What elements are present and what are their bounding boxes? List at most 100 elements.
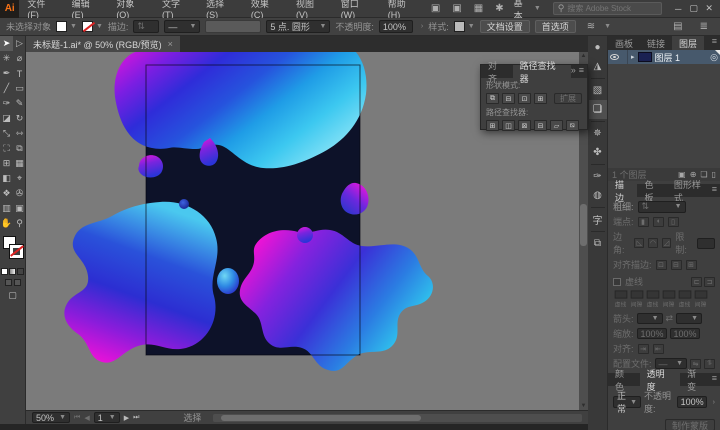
miter-limit-field[interactable] bbox=[697, 238, 715, 249]
panel-menu-icon[interactable]: ≡ bbox=[712, 36, 717, 50]
unite-button[interactable]: ⧉ bbox=[486, 93, 499, 104]
maximize-button[interactable]: ▢ bbox=[686, 3, 702, 14]
paintbrush-tool[interactable]: ✑ bbox=[0, 96, 13, 111]
arrange-documents-icon[interactable]: ▦ bbox=[474, 3, 483, 14]
color-mode-button[interactable] bbox=[1, 268, 8, 275]
dash-field-3[interactable] bbox=[662, 290, 675, 298]
minus-back-button[interactable]: ⧅ bbox=[566, 120, 579, 131]
dash-field-5[interactable] bbox=[694, 290, 707, 298]
projecting-cap-button[interactable]: ▯ bbox=[668, 217, 679, 227]
zoom-tool[interactable]: ⚲ bbox=[13, 216, 26, 231]
eraser-tool[interactable]: ◪ bbox=[0, 111, 13, 126]
delete-layer-icon[interactable]: ▯ bbox=[712, 170, 716, 179]
mesh-tool[interactable]: ▦ bbox=[13, 156, 26, 171]
brush-dropdown[interactable]: 5 点. 圆形▼ bbox=[266, 20, 330, 33]
magic-wand-tool[interactable]: ✳ bbox=[0, 51, 13, 66]
width-profile-dropdown[interactable]: —▼ bbox=[164, 20, 200, 33]
prev-artboard-button[interactable]: ◀ bbox=[84, 414, 89, 422]
menu-item-4[interactable]: 选择(S) bbox=[198, 0, 243, 20]
fill-stroke-control[interactable] bbox=[0, 235, 25, 265]
appearance-panel-icon[interactable]: ◍ bbox=[589, 186, 607, 205]
dash-field-1[interactable] bbox=[630, 290, 643, 298]
scale-field-0[interactable]: 100% bbox=[637, 328, 667, 339]
scroll-up-icon[interactable]: ▲ bbox=[579, 53, 588, 59]
tab-gradient[interactable]: 渐变 bbox=[680, 373, 712, 386]
crop-button[interactable]: ⊟ bbox=[534, 120, 547, 131]
eyedropper-tool[interactable]: ⌖ bbox=[13, 171, 26, 186]
round-cap-button[interactable]: ◖ bbox=[653, 217, 664, 227]
perspective-grid-tool[interactable]: ⊞ bbox=[0, 156, 13, 171]
selection-tool[interactable]: ➤ bbox=[0, 36, 13, 51]
expand-button[interactable]: 扩展 bbox=[554, 93, 582, 104]
document-tab[interactable]: 未标题-1.ai* @ 50% (RGB/预览) × bbox=[26, 36, 180, 52]
stock-icon[interactable]: ▣ bbox=[431, 3, 440, 14]
blob-ball[interactable] bbox=[217, 268, 239, 294]
touch-workspace-icon[interactable]: ✱ bbox=[495, 3, 503, 14]
round-join-button[interactable]: ◠ bbox=[648, 238, 658, 248]
dash-field-4[interactable] bbox=[678, 290, 691, 298]
lasso-tool[interactable]: ⌀ bbox=[13, 51, 26, 66]
blob-drop-center[interactable] bbox=[297, 227, 313, 243]
horizontal-scroll-thumb[interactable] bbox=[221, 415, 421, 421]
tab-pathfinder[interactable]: 路径查找器 bbox=[513, 65, 571, 78]
trim-button[interactable]: ◫ bbox=[502, 120, 515, 131]
menu-item-1[interactable]: 编辑(E) bbox=[64, 0, 109, 20]
stroke-color-control[interactable]: ▼ bbox=[82, 21, 103, 32]
outline-button[interactable]: ▱ bbox=[550, 120, 563, 131]
close-button[interactable]: ✕ bbox=[701, 3, 717, 14]
stock-search[interactable]: ⚲ bbox=[553, 2, 663, 15]
swap-arrows-icon[interactable]: ⇄ bbox=[666, 313, 674, 324]
free-transform-tool[interactable]: ⛶ bbox=[0, 141, 13, 156]
draw-normal-button[interactable] bbox=[5, 279, 12, 286]
arrow-end-dropdown[interactable]: ▼ bbox=[676, 313, 702, 324]
none-mode-button[interactable] bbox=[17, 268, 24, 275]
merge-button[interactable]: ⊠ bbox=[518, 120, 531, 131]
color-panel-icon[interactable]: ● bbox=[589, 38, 607, 57]
layers-list-empty[interactable] bbox=[608, 64, 720, 168]
direct-selection-tool[interactable]: ▷ bbox=[13, 36, 26, 51]
brush-definition-box[interactable] bbox=[205, 20, 261, 33]
dock-collapse-icon[interactable]: ▤ bbox=[673, 21, 682, 32]
symbol-sprayer-tool[interactable]: ✇ bbox=[13, 186, 26, 201]
first-artboard-button[interactable]: ⏮ bbox=[74, 414, 80, 422]
butt-cap-button[interactable]: ▮ bbox=[638, 217, 649, 227]
scale-tool[interactable]: ⤡ bbox=[0, 126, 13, 141]
hand-tool[interactable]: ✋ bbox=[0, 216, 13, 231]
tab-links[interactable]: 链接 bbox=[640, 36, 672, 50]
next-artboard-button[interactable]: ▶ bbox=[124, 414, 129, 422]
menu-item-6[interactable]: 视图(V) bbox=[288, 0, 333, 20]
zoom-dropdown[interactable]: 50%▼ bbox=[32, 412, 70, 423]
menu-item-2[interactable]: 对象(O) bbox=[108, 0, 154, 20]
menu-item-7[interactable]: 窗口(W) bbox=[333, 0, 380, 20]
preserve-dash-button[interactable]: ⊏ bbox=[691, 277, 702, 287]
dash-field-2[interactable] bbox=[646, 290, 659, 298]
blob-dot[interactable] bbox=[179, 199, 189, 209]
asset-export-panel-icon[interactable]: ⧉ bbox=[589, 234, 607, 253]
tab-stroke[interactable]: 描边 bbox=[608, 184, 637, 197]
pencil-tool[interactable]: ✎ bbox=[13, 96, 26, 111]
exclude-button[interactable]: ⊞ bbox=[534, 93, 547, 104]
symbols-panel-icon[interactable]: ✵ bbox=[589, 124, 607, 143]
swatches-panel-icon[interactable]: ▧ bbox=[589, 81, 607, 100]
vertical-scroll-thumb[interactable] bbox=[580, 204, 587, 246]
stroke-weight-field[interactable]: ⇅▼ bbox=[638, 201, 686, 213]
blob-bottom-left[interactable] bbox=[64, 202, 217, 363]
menu-item-8[interactable]: 帮助(H) bbox=[380, 0, 425, 20]
intersect-button[interactable]: ⊡ bbox=[518, 93, 531, 104]
tab-align[interactable]: 对齐 bbox=[481, 65, 513, 78]
share-icon[interactable]: ▣ bbox=[452, 3, 461, 14]
type-tool[interactable]: T bbox=[13, 66, 26, 81]
artboard-nav-dropdown[interactable]: 1▼ bbox=[94, 412, 120, 423]
tab-layers[interactable]: 图层 bbox=[672, 36, 704, 50]
align-dash-button[interactable]: ⊐ bbox=[704, 277, 715, 287]
arrow-align-tip-button[interactable]: ⇥ bbox=[638, 344, 649, 354]
dock-menu-icon[interactable]: ≣ bbox=[700, 21, 708, 32]
layer-name[interactable]: 图层 1 bbox=[655, 51, 681, 64]
menu-item-3[interactable]: 文字(T) bbox=[154, 0, 198, 20]
opacity-chevron[interactable]: › bbox=[713, 399, 715, 406]
horizontal-scrollbar[interactable] bbox=[213, 414, 582, 422]
line-segment-tool[interactable]: ╱ bbox=[0, 81, 13, 96]
panel-menu-icon[interactable]: ≡ bbox=[712, 184, 717, 197]
width-tool[interactable]: ⇿ bbox=[13, 126, 26, 141]
arrow-start-dropdown[interactable]: ▼ bbox=[637, 313, 663, 324]
